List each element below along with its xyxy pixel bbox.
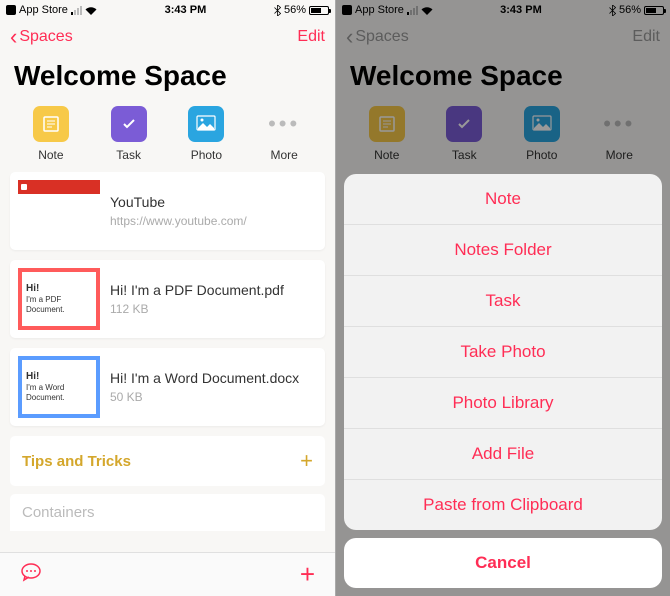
card-word[interactable]: Hi!I'm a Word Document. Hi! I'm a Word D… — [10, 348, 325, 426]
plus-icon: + — [300, 448, 313, 474]
quick-actions: Note Task Photo ••• More — [336, 102, 670, 172]
card-title: YouTube — [110, 194, 317, 210]
back-button[interactable]: ‹ Spaces — [346, 26, 409, 48]
app-store-back-icon[interactable] — [6, 5, 16, 15]
status-time: 3:43 PM — [165, 4, 207, 16]
chevron-left-icon: ‹ — [10, 26, 17, 48]
task-icon — [111, 106, 147, 142]
sheet-take-photo[interactable]: Take Photo — [344, 327, 662, 378]
app-store-back-icon[interactable] — [342, 5, 352, 15]
bluetooth-icon — [609, 5, 616, 16]
quick-task-label: Task — [116, 148, 141, 162]
chevron-left-icon: ‹ — [346, 26, 353, 48]
bottom-bar: + — [0, 552, 335, 596]
signal-icon — [71, 6, 82, 15]
quick-photo-label: Photo — [526, 148, 557, 162]
quick-task[interactable]: Task — [99, 106, 159, 162]
quick-note-label: Note — [374, 148, 399, 162]
sheet-notes-folder[interactable]: Notes Folder — [344, 225, 662, 276]
more-icon: ••• — [603, 106, 635, 142]
edit-button[interactable]: Edit — [297, 28, 325, 46]
edit-button[interactable]: Edit — [632, 28, 660, 46]
sheet-photo-library[interactable]: Photo Library — [344, 378, 662, 429]
sheet-cancel[interactable]: Cancel — [344, 538, 662, 588]
battery-pct: 56% — [284, 4, 306, 16]
carrier-label: App Store — [355, 4, 404, 16]
sheet-add-file[interactable]: Add File — [344, 429, 662, 480]
quick-task-label: Task — [452, 148, 477, 162]
battery-icon — [644, 6, 664, 15]
action-sheet: Note Notes Folder Task Take Photo Photo … — [344, 174, 662, 588]
card-sub: 50 KB — [110, 390, 317, 404]
card-tips[interactable]: Tips and Tricks + — [10, 436, 325, 486]
bluetooth-icon — [274, 5, 281, 16]
status-time: 3:43 PM — [500, 4, 542, 16]
back-label: Spaces — [19, 28, 72, 46]
content-list: YouTube https://www.youtube.com/ Hi!I'm … — [0, 172, 335, 552]
page-title: Welcome Space — [336, 54, 670, 102]
signal-icon — [407, 6, 418, 15]
task-icon — [446, 106, 482, 142]
card-youtube[interactable]: YouTube https://www.youtube.com/ — [10, 172, 325, 250]
action-sheet-group: Note Notes Folder Task Take Photo Photo … — [344, 174, 662, 530]
wifi-icon — [421, 6, 433, 15]
phone-right: App Store 3:43 PM 56% ‹ Spaces Edit Welc… — [335, 0, 670, 596]
photo-icon — [188, 106, 224, 142]
thumb-word: Hi!I'm a Word Document. — [18, 356, 100, 418]
back-button[interactable]: ‹ Spaces — [10, 26, 73, 48]
quick-photo[interactable]: Photo — [176, 106, 236, 162]
carrier-label: App Store — [19, 4, 68, 16]
sheet-task[interactable]: Task — [344, 276, 662, 327]
nav-bar: ‹ Spaces Edit — [336, 20, 670, 54]
quick-more-label: More — [606, 148, 633, 162]
card-pdf[interactable]: Hi!I'm a PDF Document. Hi! I'm a PDF Doc… — [10, 260, 325, 338]
card-sub: 112 KB — [110, 302, 317, 316]
phone-left: App Store 3:43 PM 56% ‹ Spaces Edit Welc… — [0, 0, 335, 596]
card-title: Hi! I'm a Word Document.docx — [110, 370, 317, 386]
card-sub: https://www.youtube.com/ — [110, 214, 317, 228]
battery-pct: 56% — [619, 4, 641, 16]
sheet-paste-clipboard[interactable]: Paste from Clipboard — [344, 480, 662, 530]
card-title: Hi! I'm a PDF Document.pdf — [110, 282, 317, 298]
note-icon — [369, 106, 405, 142]
quick-more[interactable]: ••• More — [254, 106, 314, 162]
thumb-youtube — [18, 180, 100, 242]
thumb-pdf: Hi!I'm a PDF Document. — [18, 268, 100, 330]
quick-photo-label: Photo — [191, 148, 222, 162]
status-bar: App Store 3:43 PM 56% — [336, 0, 670, 20]
battery-icon — [309, 6, 329, 15]
add-button[interactable]: + — [300, 559, 315, 590]
card-containers[interactable]: Containers — [10, 494, 325, 531]
quick-more-label: More — [270, 148, 297, 162]
wifi-icon — [85, 6, 97, 15]
quick-more[interactable]: ••• More — [589, 106, 649, 162]
status-bar: App Store 3:43 PM 56% — [0, 0, 335, 20]
photo-icon — [524, 106, 560, 142]
nav-bar: ‹ Spaces Edit — [0, 20, 335, 54]
quick-note[interactable]: Note — [21, 106, 81, 162]
quick-photo[interactable]: Photo — [512, 106, 572, 162]
chat-button[interactable] — [20, 561, 42, 588]
page-title: Welcome Space — [0, 54, 335, 102]
tips-label: Tips and Tricks — [22, 453, 131, 470]
note-icon — [33, 106, 69, 142]
more-icon: ••• — [268, 106, 300, 142]
quick-task[interactable]: Task — [434, 106, 494, 162]
quick-note-label: Note — [38, 148, 63, 162]
back-label: Spaces — [355, 28, 408, 46]
sheet-note[interactable]: Note — [344, 174, 662, 225]
quick-actions: Note Task Photo ••• More — [0, 102, 335, 172]
quick-note[interactable]: Note — [357, 106, 417, 162]
